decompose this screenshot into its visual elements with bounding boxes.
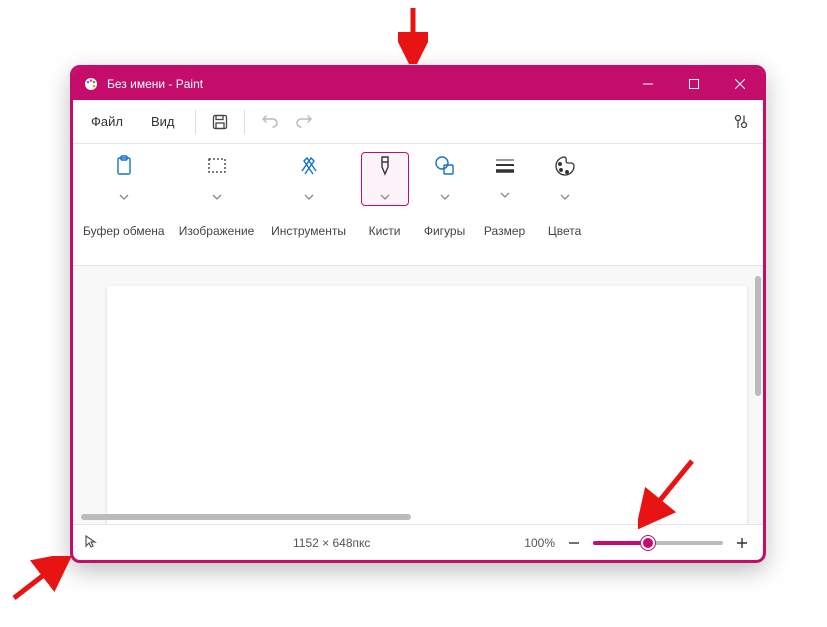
size-button[interactable]: [481, 152, 529, 206]
zoom-slider[interactable]: [593, 541, 723, 545]
zoom-in-button[interactable]: [731, 532, 753, 554]
canvas-dimensions: 1152 × 648пкс: [293, 536, 453, 550]
ribbon-label: Инструменты: [271, 224, 346, 238]
tools-icon: [297, 154, 321, 183]
ribbon-group-size: Размер: [475, 152, 535, 261]
colors-button[interactable]: [541, 152, 589, 206]
chevron-down-icon: [500, 185, 510, 203]
maximize-button[interactable]: [671, 68, 717, 100]
menu-view[interactable]: Вид: [137, 106, 189, 137]
close-button[interactable]: [717, 68, 763, 100]
ribbon-label: Размер: [484, 224, 525, 238]
minimize-button[interactable]: [625, 68, 671, 100]
undo-button[interactable]: [251, 104, 287, 140]
cursor-icon: [83, 534, 97, 551]
menu-file[interactable]: Файл: [77, 106, 137, 137]
vertical-scrollbar[interactable]: [755, 276, 761, 396]
brushes-button[interactable]: [361, 152, 409, 206]
window-title: Без имени - Paint: [107, 77, 625, 91]
paint-window: Без имени - Paint Файл Вид: [70, 65, 766, 563]
palette-icon: [553, 154, 577, 183]
brush-icon: [375, 154, 395, 183]
ribbon-group-colors: Цвета: [535, 152, 595, 261]
ribbon-label: Изображение: [179, 224, 255, 238]
ribbon-label: Кисти: [369, 224, 401, 238]
size-icon: [493, 156, 517, 181]
ribbon-group-shapes: Фигуры: [415, 152, 475, 261]
separator: [244, 110, 245, 134]
zoom-slider-thumb[interactable]: [641, 536, 655, 550]
shapes-button[interactable]: [421, 152, 469, 206]
tools-button[interactable]: [297, 152, 321, 206]
image-select-button[interactable]: [205, 152, 229, 206]
chevron-down-icon: [212, 187, 222, 205]
work-area: [73, 266, 763, 524]
ribbon-label: Буфер обмена: [83, 224, 165, 238]
selection-icon: [205, 154, 229, 183]
save-button[interactable]: [202, 104, 238, 140]
statusbar: 1152 × 648пкс 100%: [73, 524, 763, 560]
app-icon: [83, 76, 99, 92]
ribbon-label: Фигуры: [424, 224, 465, 238]
shapes-icon: [433, 154, 457, 183]
window-controls: [625, 68, 763, 100]
ribbon: Буфер обмена Изображение: [73, 144, 763, 266]
chevron-down-icon: [304, 187, 314, 205]
settings-button[interactable]: [723, 104, 759, 140]
annotation-arrow-top: [398, 6, 428, 64]
ribbon-group-clipboard: Буфер обмена: [77, 152, 171, 261]
zoom-controls: 100%: [524, 532, 753, 554]
menubar: Файл Вид: [73, 100, 763, 144]
chevron-down-icon: [440, 187, 450, 205]
redo-button[interactable]: [287, 104, 323, 140]
chevron-down-icon: [119, 187, 129, 205]
chevron-down-icon: [380, 187, 390, 205]
ribbon-group-image: Изображение: [171, 152, 263, 261]
ribbon-group-tools: Инструменты: [263, 152, 355, 261]
clipboard-icon: [112, 154, 136, 183]
separator: [195, 110, 196, 134]
annotation-arrow-bottom-left: [8, 556, 72, 604]
cursor-position: [83, 534, 283, 551]
zoom-out-button[interactable]: [563, 532, 585, 554]
zoom-slider-fill: [593, 541, 648, 545]
zoom-level: 100%: [524, 536, 555, 550]
horizontal-scrollbar[interactable]: [81, 514, 411, 520]
clipboard-button[interactable]: [112, 152, 136, 206]
canvas[interactable]: [107, 286, 747, 524]
titlebar: Без имени - Paint: [73, 68, 763, 100]
chevron-down-icon: [560, 187, 570, 205]
ribbon-label: Цвета: [548, 224, 581, 238]
ribbon-group-brushes: Кисти: [355, 152, 415, 261]
